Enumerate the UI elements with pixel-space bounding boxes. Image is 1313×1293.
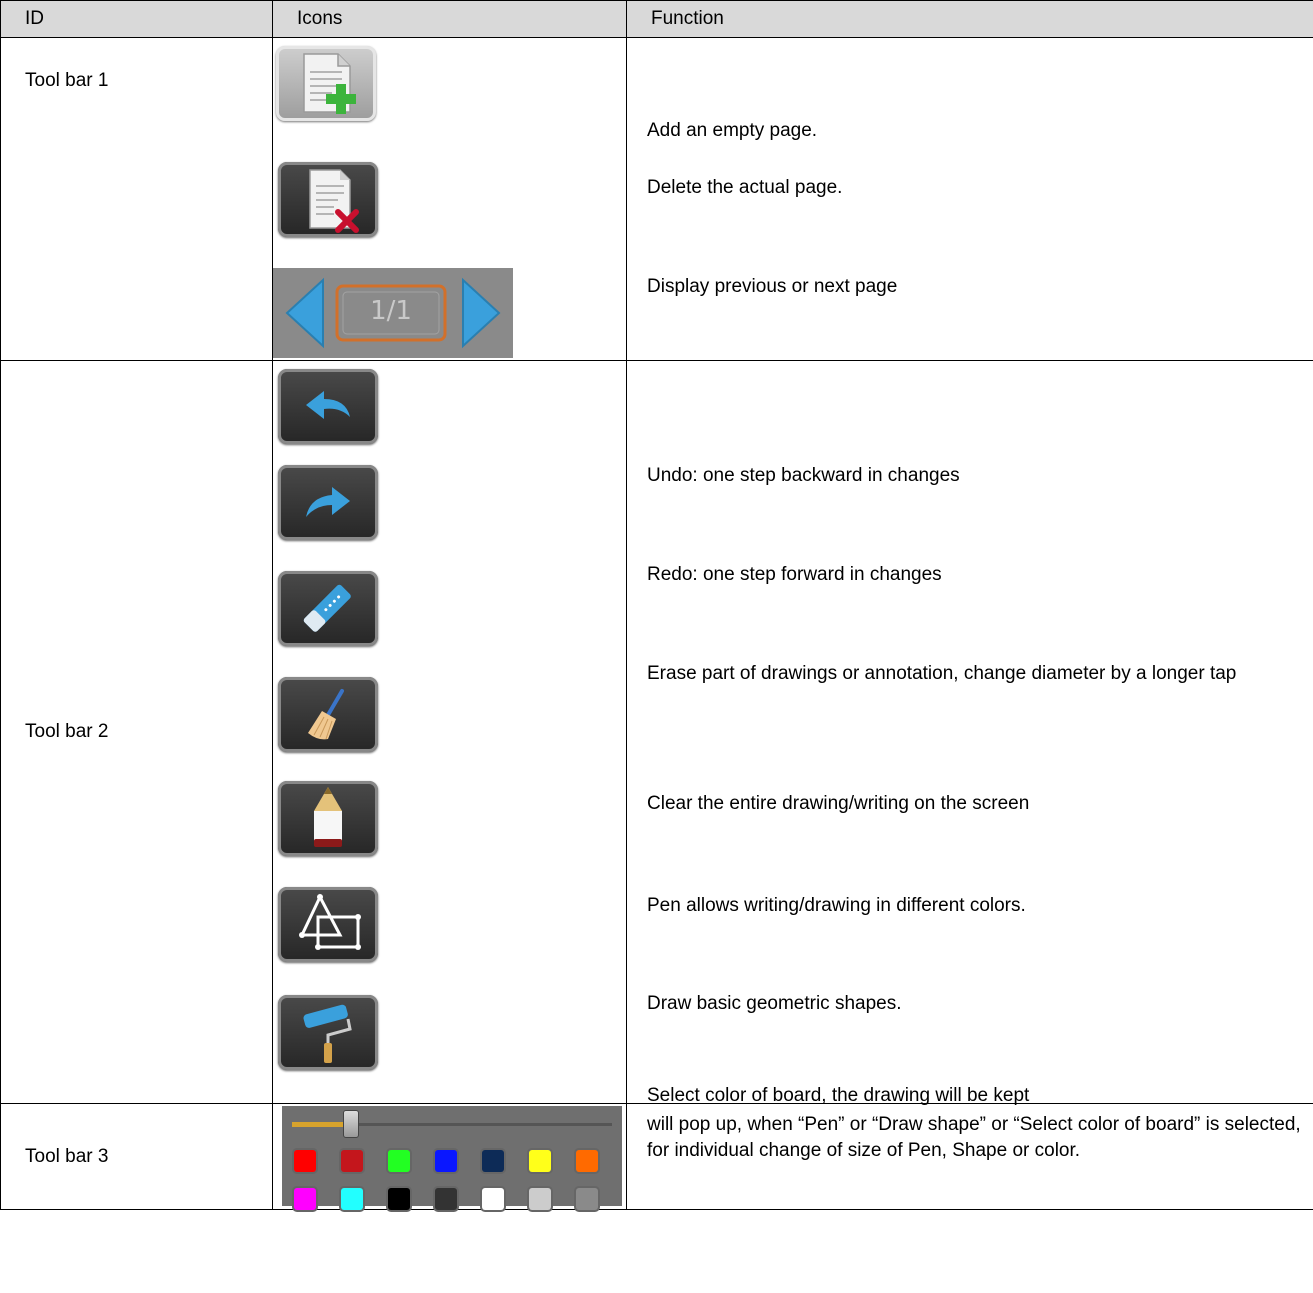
- header-icons: Icons: [272, 0, 627, 38]
- color-swatch[interactable]: [341, 1150, 363, 1172]
- color-swatch[interactable]: [576, 1188, 598, 1210]
- undo-icon[interactable]: [278, 369, 378, 444]
- header-id: ID: [0, 0, 273, 38]
- pencil-icon[interactable]: [278, 781, 378, 856]
- header-function: Function: [626, 0, 1313, 38]
- previous-page-arrow-icon: [285, 277, 324, 349]
- redo-icon[interactable]: [278, 465, 378, 540]
- page-indicator: 1/1: [370, 296, 412, 326]
- color-swatch[interactable]: [341, 1188, 363, 1210]
- color-swatch[interactable]: [294, 1150, 316, 1172]
- eraser-icon[interactable]: [278, 571, 378, 646]
- size-slider-thumb[interactable]: [343, 1110, 360, 1138]
- eraser-function: Erase part of drawings or annotation, ch…: [647, 663, 1237, 684]
- color-swatch[interactable]: [529, 1150, 551, 1172]
- shapes-function: Draw basic geometric shapes.: [647, 993, 902, 1014]
- color-swatch[interactable]: [576, 1150, 598, 1172]
- undo-function: Undo: one step backward in changes: [647, 465, 960, 486]
- page-navigation-function: Display previous or next page: [647, 276, 898, 297]
- color-swatch[interactable]: [482, 1188, 504, 1210]
- toolbar-2-id-cell: Tool bar 2: [0, 360, 273, 1104]
- toolbar-2-id: Tool bar 2: [25, 721, 109, 742]
- toolbar-2-row: Tool bar 2 Undo: one step backward in ch…: [0, 360, 1313, 1106]
- next-page-arrow-icon: [462, 277, 501, 349]
- color-swatch[interactable]: [482, 1150, 504, 1172]
- redo-function: Redo: one step forward in changes: [647, 564, 942, 585]
- page-navigation-icon[interactable]: 1/1: [273, 268, 513, 358]
- toolbar-2-icons-cell: [272, 360, 627, 1104]
- toolbar-3-id-cell: Tool bar 3: [0, 1103, 273, 1210]
- broom-function: Clear the entire drawing/writing on the …: [647, 793, 1030, 814]
- color-swatch[interactable]: [294, 1188, 316, 1210]
- toolbar-1-function-cell: Add an empty page. Delete the actual pag…: [626, 37, 1313, 361]
- toolbar-1-row: Tool bar 1 1/1 Add an empty page. Delete…: [0, 37, 1313, 361]
- toolbar-3-function-cell: will pop up, when “Pen” or “Draw shape” …: [626, 1103, 1313, 1210]
- toolbar-reference-table: ID Icons Function Tool bar 1 1/1 Add an …: [0, 0, 1313, 1210]
- color-swatch[interactable]: [529, 1188, 551, 1210]
- paint-roller-icon[interactable]: [278, 995, 378, 1070]
- size-slider-fill: [292, 1122, 344, 1127]
- toolbar-3-icons-cell: [272, 1103, 627, 1210]
- color-swatch[interactable]: [435, 1150, 457, 1172]
- color-swatch[interactable]: [388, 1188, 410, 1210]
- header-row: ID Icons Function: [0, 0, 1313, 38]
- toolbar-1-icons-cell: 1/1: [272, 37, 627, 361]
- size-color-palette-icon[interactable]: [282, 1106, 622, 1210]
- toolbar-1-id: Tool bar 1: [25, 70, 109, 91]
- palette-function: will pop up, when “Pen” or “Draw shape” …: [647, 1114, 1301, 1161]
- delete-page-icon[interactable]: [278, 162, 378, 237]
- toolbar-3-id: Tool bar 3: [25, 1145, 109, 1167]
- shapes-icon[interactable]: [278, 887, 378, 962]
- color-swatch[interactable]: [388, 1150, 410, 1172]
- broom-icon[interactable]: [278, 677, 378, 752]
- color-swatch[interactable]: [435, 1188, 457, 1210]
- pencil-function: Pen allows writing/drawing in different …: [647, 895, 1026, 916]
- add-page-function: Add an empty page.: [647, 120, 818, 141]
- toolbar-3-row: Tool bar 3 will pop up, when “Pen” or “D…: [0, 1103, 1313, 1210]
- toolbar-1-id-cell: Tool bar 1: [0, 37, 273, 361]
- toolbar-2-function-cell: Undo: one step backward in changes Redo:…: [626, 360, 1313, 1106]
- delete-page-function: Delete the actual page.: [647, 177, 843, 198]
- add-page-icon[interactable]: [276, 46, 376, 121]
